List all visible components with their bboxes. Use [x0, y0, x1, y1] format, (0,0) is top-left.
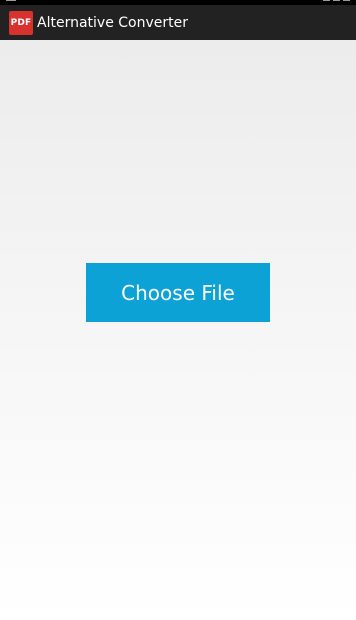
signal-icon [333, 0, 340, 1]
app-title: Alternative Converter [37, 14, 188, 31]
main-content: Choose File [0, 40, 356, 620]
notification-icon [6, 0, 16, 1]
choose-file-button[interactable]: Choose File [86, 263, 270, 322]
battery-icon [343, 0, 350, 1]
action-bar: PDF Alternative Converter [0, 5, 356, 40]
app-pdf-icon[interactable]: PDF [9, 10, 33, 35]
status-icons [323, 0, 350, 4]
wifi-icon [323, 0, 330, 1]
